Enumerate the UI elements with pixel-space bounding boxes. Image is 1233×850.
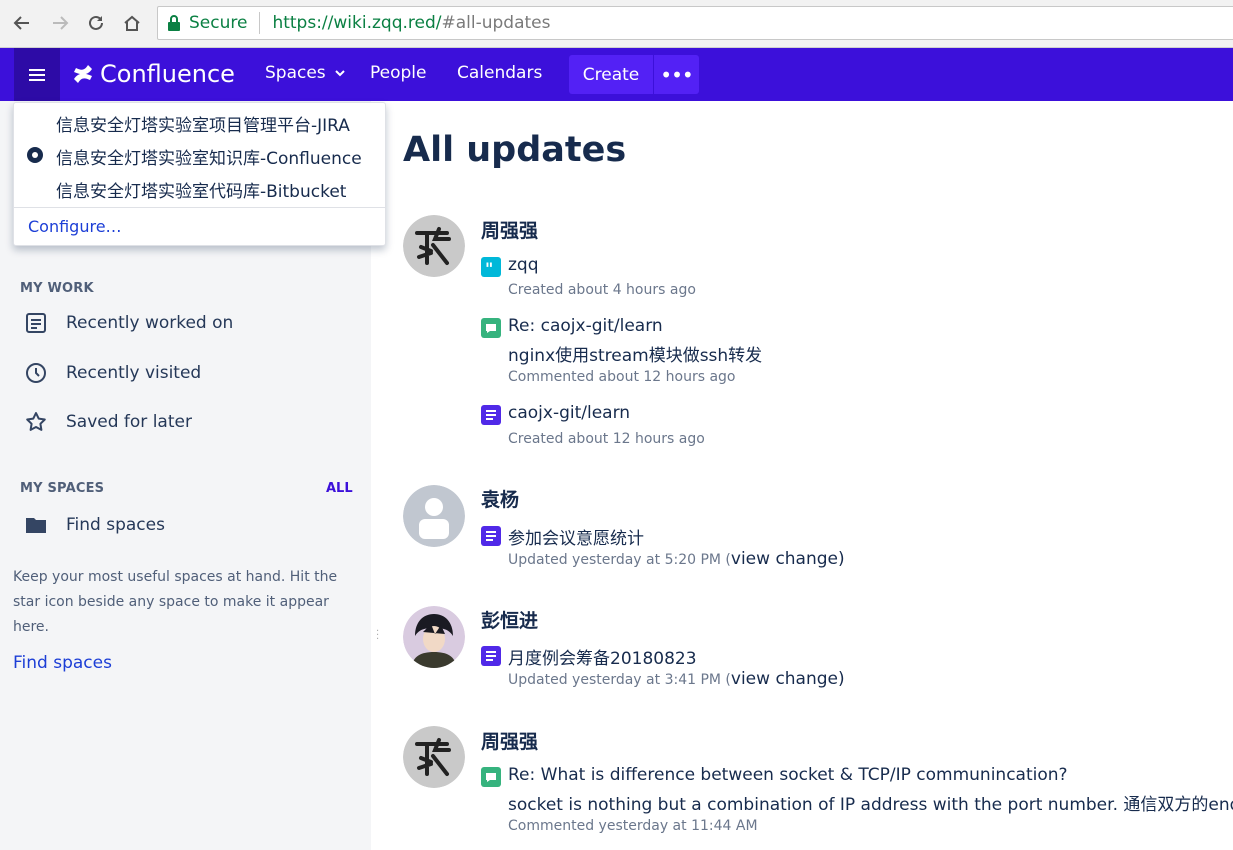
update-item-title[interactable]: 参加会议意愿统计 <box>508 524 644 549</box>
update-item-title[interactable]: Re: caojx-git/learn <box>508 316 663 336</box>
back-icon[interactable] <box>9 10 35 36</box>
reload-icon[interactable] <box>83 10 109 36</box>
avatar[interactable] <box>403 726 465 788</box>
avatar[interactable] <box>403 606 465 668</box>
home-icon[interactable] <box>119 10 145 36</box>
page-icon <box>481 646 501 666</box>
update-item-excerpt: nginx使用stream模块做ssh转发 <box>508 346 763 366</box>
anime-avatar-image <box>403 606 465 668</box>
app-switcher-item-jira[interactable]: 信息安全灯塔实验室项目管理平台-JIRA <box>56 111 350 136</box>
nav-people[interactable]: People <box>370 63 426 83</box>
sidebar-item-label: Saved for later <box>66 412 192 432</box>
logo-text: Confluence <box>100 60 235 88</box>
document-icon <box>26 313 46 333</box>
lock-icon <box>168 15 180 31</box>
update-item-title[interactable]: Re: What is difference between socket & … <box>508 765 1068 785</box>
top-navigation: Confluence Spaces People Calendars Creat… <box>0 48 1233 101</box>
update-item-meta: Commented yesterday at 11:44 AM <box>508 818 758 834</box>
sidebar-item-recently-worked-on[interactable]: Recently worked on <box>24 309 233 337</box>
update-item-title[interactable]: caojx-git/learn <box>508 403 630 423</box>
confluence-logo[interactable]: Confluence <box>72 58 235 90</box>
spaces-help-text: Keep your most useful spaces at hand. Hi… <box>13 569 338 635</box>
sidebar-item-recently-visited[interactable]: Recently visited <box>24 359 201 387</box>
update-item-meta: Updated yesterday at 5:20 PM (view chang… <box>508 549 845 569</box>
chevron-down-icon <box>334 70 345 77</box>
svg-text:": " <box>485 259 493 277</box>
address-bar[interactable]: Secure https://wiki.zqq.red/ #all-update… <box>157 6 1233 40</box>
update-item-title[interactable]: zqq <box>508 255 539 275</box>
clock-icon <box>26 363 46 383</box>
update-item-title[interactable]: 月度例会筹备20180823 <box>508 644 697 669</box>
url-host: https://wiki.zqq.red/ <box>272 13 442 33</box>
page-icon <box>481 526 501 546</box>
comment-icon <box>481 318 501 338</box>
page-title: All updates <box>403 130 627 170</box>
nav-calendars[interactable]: Calendars <box>457 63 542 83</box>
update-item-meta: Updated yesterday at 3:41 PM (view chang… <box>508 669 845 689</box>
url-path: #all-updates <box>441 13 551 33</box>
create-button[interactable]: Create <box>569 55 653 94</box>
folder-icon <box>26 518 46 533</box>
update-item-meta: Created about 12 hours ago <box>508 431 705 447</box>
selected-radio-icon <box>27 147 43 163</box>
update-item-meta: Created about 4 hours ago <box>508 282 696 298</box>
page-icon <box>481 405 501 425</box>
nav-spaces-label: Spaces <box>265 63 326 83</box>
nav-spaces[interactable]: Spaces <box>265 63 346 83</box>
calligraphy-avatar-image <box>403 215 465 277</box>
dropdown-divider <box>14 207 385 208</box>
update-item-excerpt: socket is nothing but a combination of I… <box>508 795 1233 815</box>
forward-icon[interactable] <box>47 10 73 36</box>
quote-icon: " <box>481 257 501 277</box>
avatar[interactable] <box>403 215 465 277</box>
my-work-heading: MY WORK <box>20 281 94 296</box>
more-options-button[interactable]: ••• <box>654 55 699 94</box>
ellipsis-icon: ••• <box>660 62 693 87</box>
app-switcher-dropdown: 信息安全灯塔实验室项目管理平台-JIRA 信息安全灯塔实验室知识库-Conflu… <box>13 102 386 246</box>
all-spaces-link[interactable]: ALL <box>326 481 353 496</box>
sidebar-item-label: Find spaces <box>66 515 165 535</box>
app-switcher-item-bitbucket[interactable]: 信息安全灯塔实验室代码库-Bitbucket <box>56 177 346 202</box>
my-spaces-heading: MY SPACES <box>20 481 105 496</box>
find-spaces-link[interactable]: Find spaces <box>13 653 112 673</box>
sidebar-item-find-spaces[interactable]: Find spaces <box>24 511 165 539</box>
star-icon <box>26 412 46 431</box>
avatar[interactable] <box>403 485 465 547</box>
hamburger-icon <box>29 73 45 76</box>
secure-label: Secure <box>189 13 248 33</box>
app-switcher-item-confluence[interactable]: 信息安全灯塔实验室知识库-Confluence <box>56 144 362 169</box>
meta-close-paren: ) <box>838 669 845 689</box>
calligraphy-avatar-image <box>403 726 465 788</box>
meta-close-paren: ) <box>838 549 845 569</box>
configure-link[interactable]: Configure… <box>28 217 122 236</box>
user-name[interactable]: 周强强 <box>481 216 538 243</box>
update-item-meta: Commented about 12 hours ago <box>508 369 736 385</box>
sidebar-item-saved-for-later[interactable]: Saved for later <box>24 408 192 436</box>
sidebar-item-label: Recently worked on <box>66 313 234 333</box>
view-change-link[interactable]: view change <box>731 669 838 689</box>
user-name[interactable]: 周强强 <box>481 727 538 754</box>
sidebar-resize-handle[interactable]: · · · <box>376 627 379 645</box>
url-divider <box>259 12 261 34</box>
user-name[interactable]: 袁杨 <box>481 485 519 512</box>
view-change-link[interactable]: view change <box>731 549 838 569</box>
app-switcher-button[interactable] <box>14 48 60 101</box>
user-name[interactable]: 彭恒进 <box>481 606 538 633</box>
confluence-logo-icon <box>74 65 92 83</box>
update-meta-text: Updated yesterday at 5:20 PM ( <box>508 552 731 568</box>
comment-icon <box>481 767 501 787</box>
browser-toolbar: Secure https://wiki.zqq.red/ #all-update… <box>0 0 1233 48</box>
sidebar-item-label: Recently visited <box>66 363 202 383</box>
update-meta-text: Updated yesterday at 3:41 PM ( <box>508 672 731 688</box>
default-avatar-image <box>403 485 465 547</box>
